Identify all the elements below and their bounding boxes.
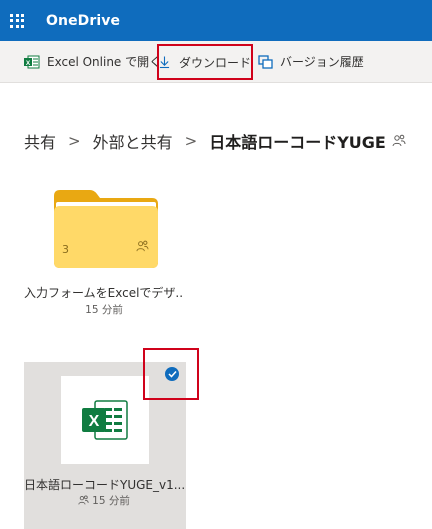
folder-modified-text: 15 分前 bbox=[85, 304, 123, 316]
excel-icon: X bbox=[24, 55, 40, 68]
breadcrumb-separator: > bbox=[184, 132, 198, 150]
download-button[interactable]: ダウンロード bbox=[157, 44, 253, 80]
top-bar: OneDrive bbox=[0, 0, 432, 41]
version-history-icon bbox=[258, 54, 273, 69]
breadcrumb-item-shared[interactable]: 共有 bbox=[24, 129, 56, 153]
breadcrumb: 共有 > 外部と共有 > 日本語ローコードYUGE bbox=[24, 128, 406, 154]
shared-people-icon bbox=[392, 134, 406, 147]
app-title[interactable]: OneDrive bbox=[46, 13, 120, 29]
breadcrumb-current-folder: 日本語ローコードYUGE bbox=[209, 133, 386, 152]
svg-text:X: X bbox=[89, 413, 100, 430]
folder-name[interactable]: 入力フォームをExcelでデザ... bbox=[24, 284, 184, 301]
breadcrumb-separator: > bbox=[68, 132, 81, 150]
file-selection-checkbox[interactable] bbox=[165, 367, 179, 381]
folder-tile[interactable]: 3 入力フォームをExcelでデザ... 15 分前 bbox=[24, 176, 184, 326]
checkmark-icon bbox=[167, 370, 177, 378]
folder-item-count: 3 bbox=[62, 243, 69, 256]
app-launcher-icon[interactable] bbox=[10, 13, 24, 28]
shared-people-icon bbox=[78, 495, 89, 505]
breadcrumb-item-shared-externally[interactable]: 外部と共有 bbox=[93, 129, 173, 153]
download-label: ダウンロード bbox=[178, 55, 251, 70]
file-modified: 15 分前 bbox=[24, 493, 184, 508]
file-name[interactable]: 日本語ローコードYUGE_v1... bbox=[24, 476, 184, 493]
folder-icon bbox=[54, 190, 158, 268]
svg-text:X: X bbox=[26, 59, 31, 66]
download-icon bbox=[159, 56, 170, 69]
shared-people-icon bbox=[136, 240, 149, 252]
version-history-label: バージョン履歴 bbox=[280, 55, 364, 69]
open-in-excel-online-label: Excel Online で開く bbox=[47, 55, 162, 69]
open-in-excel-online-button[interactable]: X Excel Online で開く bbox=[0, 41, 161, 82]
excel-icon: X bbox=[82, 400, 128, 440]
version-history-button[interactable]: バージョン履歴 bbox=[258, 41, 364, 82]
file-modified-text: 15 分前 bbox=[92, 495, 130, 507]
file-thumbnail: X bbox=[61, 376, 149, 464]
folder-modified: 15 分前 bbox=[24, 302, 184, 317]
command-bar: X Excel Online で開く ダウンロード バージョン履歴 bbox=[0, 41, 432, 83]
